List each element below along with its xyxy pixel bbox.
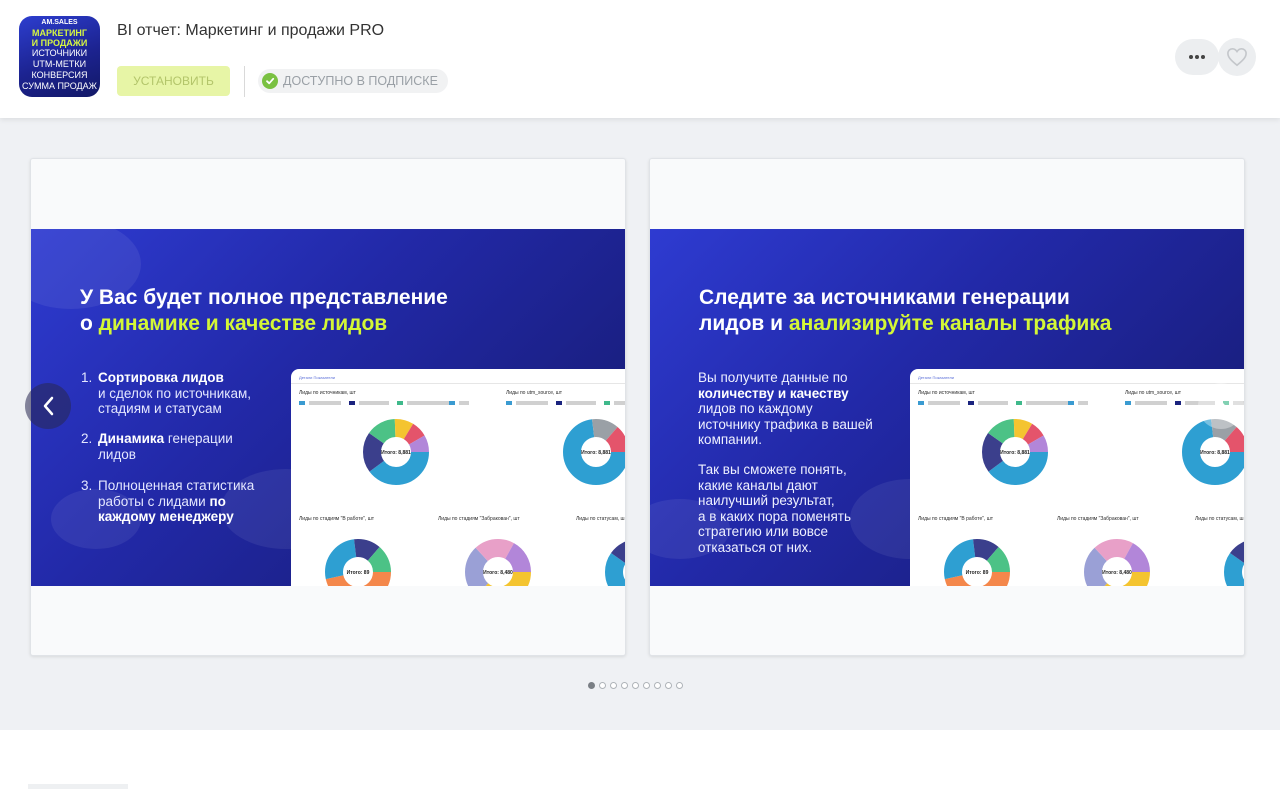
app-icon-feature: СУММА ПРОДАЖ — [22, 81, 97, 91]
app-icon-brand: AM.SALES — [41, 19, 78, 26]
pagination-dot[interactable] — [643, 682, 650, 689]
carousel-prev-button[interactable] — [25, 383, 71, 429]
slide-banner: Следите за источниками генерации лидов и… — [650, 229, 1244, 586]
app-icon: AM.SALES МАРКЕТИНГ И ПРОДАЖИ ИСТОЧНИКИ U… — [19, 16, 100, 97]
pagination-dot[interactable] — [621, 682, 628, 689]
donut-chart: Итого: 8,480 — [1084, 539, 1150, 586]
app-header: AM.SALES МАРКЕТИНГ И ПРОДАЖИ ИСТОЧНИКИ U… — [0, 0, 1280, 118]
donut-chart: Итого: 8,881 — [363, 419, 429, 485]
svg-text:Итого: 8,881: Итого: 8,881 — [581, 450, 611, 456]
pagination-dot[interactable] — [588, 682, 595, 689]
slide-heading-highlight: анализируйте каналы трафика — [788, 312, 1112, 335]
pagination-dot[interactable] — [676, 682, 683, 689]
slide-heading: Следите за источниками генерации лидов и… — [699, 286, 1112, 335]
slide-point: 2. Динамика генерации лидов — [81, 431, 233, 462]
slide-banner: У Вас будет полное представление о динам… — [31, 229, 625, 586]
content-below-placeholder — [28, 784, 128, 789]
pagination-dot[interactable] — [665, 682, 672, 689]
slide-point: 1. Сортировка лидов и сделок по источникам… — [81, 370, 252, 416]
slide-paragraph: Так вы сможете понять, какие каналы дают… — [698, 462, 852, 555]
donut-chart: Итого: 8,480 — [465, 539, 531, 586]
dashboard-screenshot: Детали Показатели Лиды по источникам, шт… — [910, 369, 1244, 586]
donut-chart: Итого: 89 — [325, 539, 391, 586]
app-icon-feature: КОНВЕРСИЯ — [31, 70, 88, 80]
chevron-left-icon — [43, 396, 54, 416]
screenshot-gallery: У Вас будет полное представление о динам… — [0, 118, 1280, 730]
pagination-dot[interactable] — [654, 682, 661, 689]
check-circle-icon — [262, 73, 278, 89]
slide-heading: У Вас будет полное представление о динам… — [80, 286, 448, 335]
svg-text:Итого: 8,480: Итого: 8,480 — [1102, 570, 1132, 576]
svg-text:Итого: 8,480: Итого: 8,480 — [483, 570, 513, 576]
donut-chart — [1224, 541, 1244, 586]
app-icon-title-1: МАРКЕТИНГ — [31, 28, 88, 38]
svg-text:Итого: 89: Итого: 89 — [347, 570, 370, 576]
svg-text:Итого: 8,881: Итого: 8,881 — [1000, 450, 1030, 456]
carousel-next-button[interactable] — [1198, 383, 1244, 429]
install-button[interactable]: УСТАНОВИТЬ — [117, 66, 230, 96]
pagination-dot[interactable] — [599, 682, 606, 689]
slide-point: 3. Полноценная статистика работы с лидами … — [81, 478, 255, 524]
app-icon-feature: UTM-МЕТКИ — [32, 59, 87, 69]
gallery-slide[interactable]: Следите за источниками генерации лидов и… — [649, 158, 1245, 656]
heart-icon — [1227, 47, 1247, 67]
pagination-dot[interactable] — [610, 682, 617, 689]
donut-chart: Итого: 8,881 — [982, 419, 1048, 485]
subscription-label: ДОСТУПНО В ПОДПИСКЕ — [283, 74, 438, 88]
gallery-slide[interactable]: У Вас будет полное представление о динам… — [30, 158, 626, 656]
donut-chart: Итого: 8,881 — [563, 419, 625, 485]
more-options-button[interactable] — [1175, 39, 1219, 75]
app-icon-feature: ИСТОЧНИКИ — [31, 48, 88, 58]
app-title: BI отчет: Маркетинг и продажи PRO — [117, 22, 385, 39]
subscription-badge: ДОСТУПНО В ПОДПИСКЕ — [258, 69, 448, 93]
svg-text:Итого: 8,881: Итого: 8,881 — [381, 450, 411, 456]
donut-chart: Итого: 89 — [944, 539, 1010, 586]
svg-text:Итого: 8,881: Итого: 8,881 — [1200, 450, 1230, 456]
favorite-button[interactable] — [1218, 38, 1256, 76]
carousel-pagination — [588, 682, 687, 689]
pagination-dot[interactable] — [632, 682, 639, 689]
slide-paragraph: Вы получите данные по количеству и качес… — [698, 370, 873, 447]
more-dots-icon — [1189, 55, 1205, 59]
chevron-right-icon — [1215, 396, 1226, 416]
app-icon-title-2: И ПРОДАЖИ — [31, 38, 88, 48]
donut-chart — [605, 541, 625, 586]
divider — [244, 66, 245, 97]
dashboard-screenshot: Детали Показатели Лиды по источникам, шт… — [291, 369, 625, 586]
slide-heading-highlight: динамике и качестве лидов — [98, 312, 388, 335]
svg-text:Итого: 89: Итого: 89 — [966, 570, 989, 576]
